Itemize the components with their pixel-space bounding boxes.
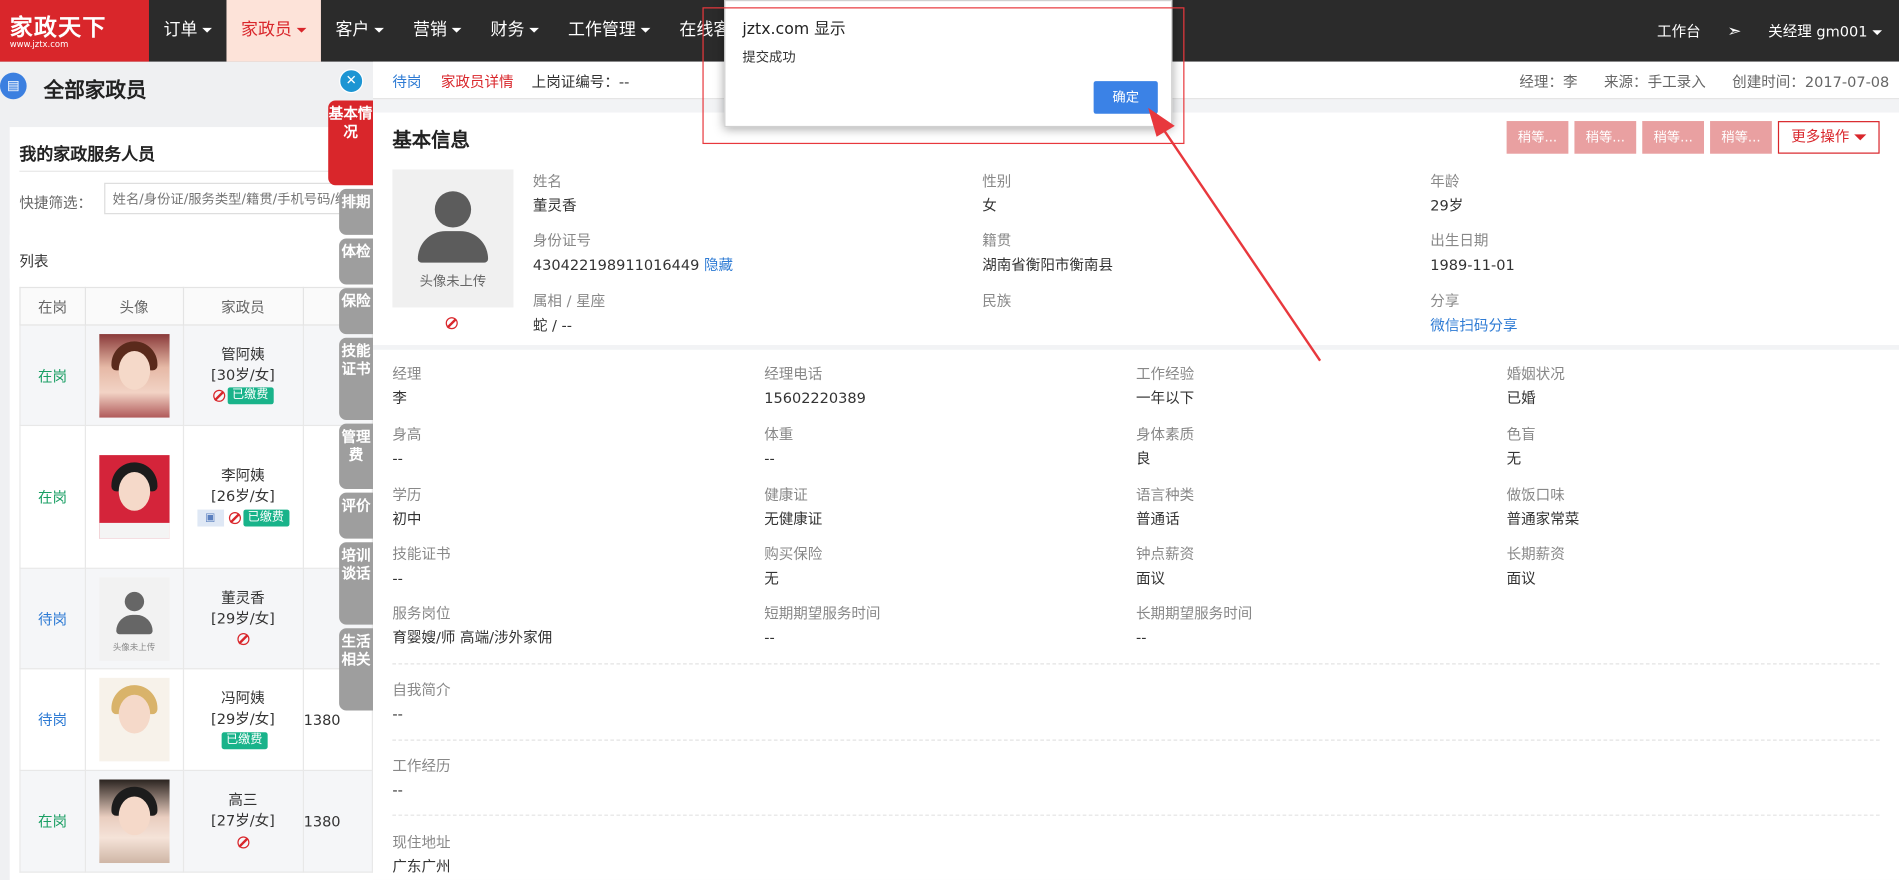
arrow-head — [1148, 107, 1175, 137]
arrow-shaft — [1159, 123, 1322, 362]
annotation-arrow — [1148, 107, 1322, 362]
